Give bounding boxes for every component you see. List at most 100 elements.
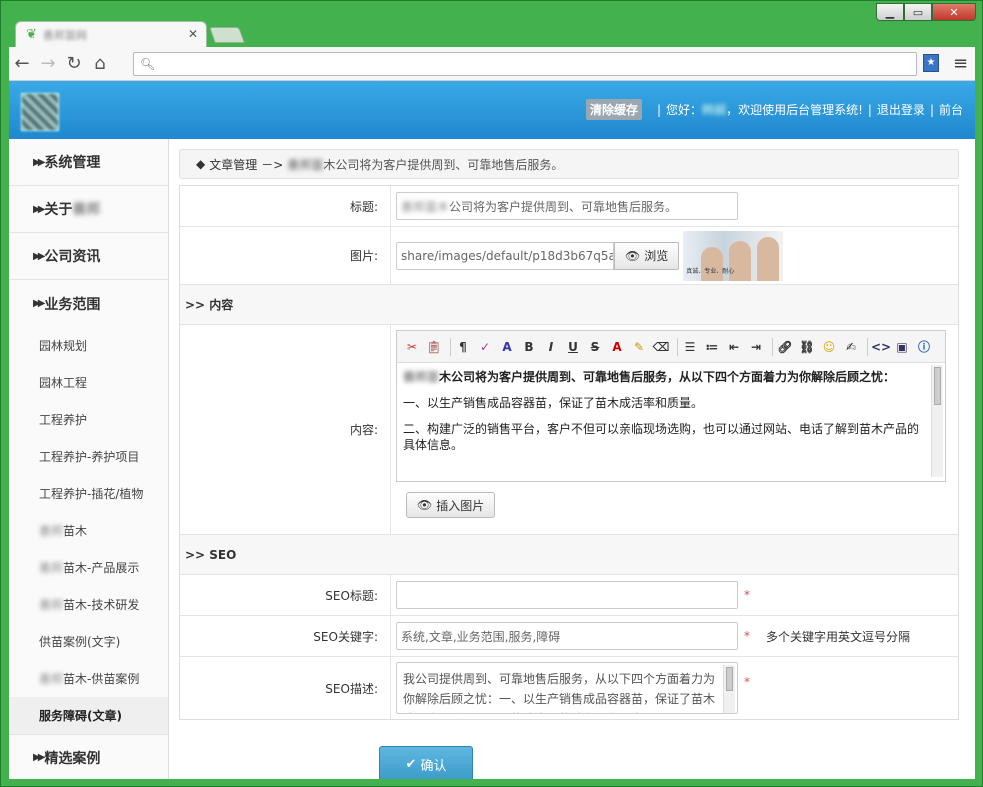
required-mark: * bbox=[744, 588, 750, 602]
sidebar-subitem[interactable]: 供苗案例(文字) bbox=[9, 623, 168, 660]
underline-icon[interactable]: U bbox=[564, 340, 582, 354]
reload-icon[interactable]: ↻ bbox=[61, 53, 87, 74]
browse-button[interactable]: 👁︎ 浏览 bbox=[614, 241, 680, 270]
new-tab-button[interactable] bbox=[209, 27, 245, 43]
seo-keywords-input[interactable]: 系统,文章,业务范围,服务,障碍 bbox=[396, 622, 738, 650]
sidebar-subitem[interactable]: 工程养护-养护项目 bbox=[9, 438, 168, 475]
address-bar[interactable]: 🔍︎ bbox=[133, 52, 917, 76]
font-icon[interactable]: A bbox=[498, 340, 516, 354]
bold-icon[interactable]: B bbox=[520, 340, 538, 354]
sidebar-item-business[interactable]: ▶▶ 业务范围 bbox=[9, 280, 168, 327]
editor-toolbar: ✂ 📋︎ ¶ ✓ A B I U S A ✎ ⌫ ☰ ≔ ⇤ ⇥ 🔗︎ ⛓ ☺ … bbox=[397, 331, 945, 363]
list-icon[interactable]: ≔ bbox=[703, 340, 721, 354]
seo-description-textarea[interactable]: 我公司提供周到、可靠地售后服务，从以下四个方面着力为你解除后顾之忧：一、以生产销… bbox=[396, 662, 738, 714]
minimize-button[interactable]: ▁ bbox=[876, 3, 904, 21]
textarea-scrollbar[interactable] bbox=[723, 665, 735, 713]
browser-window: ▁ ▭ ✕ ❦ 善邦苗网 ✕ ← → ↻ ⌂ 🔍︎ ★ ≡ 清除缓存 | 您好：… bbox=[0, 0, 983, 787]
sidebar: ▶▶ 系统管理 ▶▶ 关于 善邦 ▶▶ 公司资讯 ▶▶ 业务范围 园林规划 园林工程 工程养护… bbox=[9, 139, 169, 779]
italic-icon[interactable]: I bbox=[542, 340, 560, 354]
seo-description-label: SEO描述: bbox=[180, 657, 391, 719]
logout-link[interactable]: 退出登录 bbox=[877, 101, 925, 118]
breadcrumb-section[interactable]: 文章管理 bbox=[209, 156, 257, 173]
sidebar-subitem[interactable]: 善邦 苗木-产品展示 bbox=[9, 549, 168, 586]
leaf-icon: ❦ bbox=[26, 27, 37, 42]
editor-body[interactable]: 善邦苗木公司将为客户提供周到、可靠地售后服务，从以下四个方面着力为你解除后顾之忧… bbox=[397, 363, 945, 481]
user-name: 韩娟 bbox=[702, 103, 727, 117]
breadcrumb-title: 木公司将为客户提供周到、可靠地售后服务。 bbox=[323, 157, 564, 172]
confirm-button[interactable]: ✔ 确认 bbox=[379, 746, 473, 779]
tab-title: 善邦苗网 bbox=[42, 28, 87, 42]
browser-tab[interactable]: ❦ 善邦苗网 ✕ bbox=[15, 21, 207, 47]
bookmark-icon[interactable]: ★ bbox=[923, 54, 939, 72]
breadcrumb: ◆ 文章管理 －> 善邦苗 木公司将为客户提供周到、可靠地售后服务。 bbox=[179, 149, 959, 179]
indent-icon[interactable]: ⇥ bbox=[747, 340, 765, 354]
image-row: 图片: share/images/default/p18d3b67q5aiq 👁… bbox=[180, 227, 958, 285]
smiley-icon[interactable]: ☺ bbox=[820, 340, 838, 354]
double-arrow-icon: ▶▶ bbox=[33, 752, 46, 763]
page: 清除缓存 | 您好： 韩娟 ，欢迎使用后台管理系统! | 退出登录 | 前台 ▶… bbox=[9, 81, 975, 779]
strikethrough-icon[interactable]: S bbox=[586, 340, 604, 354]
home-icon[interactable]: ⌂ bbox=[87, 53, 113, 74]
outdent-icon[interactable]: ⇤ bbox=[725, 340, 743, 354]
seo-section-header: >> SEO bbox=[180, 535, 958, 575]
rich-text-editor: ✂ 📋︎ ¶ ✓ A B I U S A ✎ ⌫ ☰ ≔ ⇤ ⇥ 🔗︎ ⛓ ☺ … bbox=[396, 330, 946, 482]
eraser-icon[interactable]: ⌫ bbox=[652, 340, 670, 354]
sidebar-subitem[interactable]: 善邦 苗木 bbox=[9, 512, 168, 549]
editor-scrollbar[interactable] bbox=[931, 365, 943, 477]
menu-icon[interactable]: ≡ bbox=[953, 53, 968, 74]
sidebar-subitem[interactable]: 工程养护 bbox=[9, 401, 168, 438]
frontend-link[interactable]: 前台 bbox=[939, 101, 963, 118]
edit-icon[interactable]: ✍ bbox=[842, 340, 860, 354]
unlink-icon[interactable]: ⛓ bbox=[798, 340, 816, 354]
admin-header: 清除缓存 | 您好： 韩娟 ，欢迎使用后台管理系统! | 退出登录 | 前台 bbox=[9, 81, 975, 139]
check-icon: ✔ bbox=[405, 756, 417, 772]
insert-image-button[interactable]: 👁︎ 插入图片 bbox=[406, 492, 496, 518]
sidebar-subitem[interactable]: 善邦 苗木-技术研发 bbox=[9, 586, 168, 623]
breadcrumb-blur: 善邦苗 bbox=[287, 157, 324, 172]
seo-keywords-row: SEO关键字: 系统,文章,业务范围,服务,障碍 * 多个关键字用英文逗号分隔 bbox=[180, 616, 958, 657]
content-row: 内容: ✂ 📋︎ ¶ ✓ A B I U S A ✎ ⌫ ☰ ≔ ⇤ ⇥ 🔗︎ … bbox=[180, 325, 958, 535]
sidebar-item-news[interactable]: ▶▶ 公司资讯 bbox=[9, 233, 168, 280]
forward-icon[interactable]: → bbox=[35, 53, 61, 74]
window-controls: ▁ ▭ ✕ bbox=[876, 3, 976, 21]
seo-title-input[interactable] bbox=[396, 581, 738, 609]
search-icon: 🔍︎ bbox=[140, 57, 156, 71]
welcome-text: ，欢迎使用后台管理系统! bbox=[726, 103, 863, 117]
maximize-button[interactable]: ▭ bbox=[904, 3, 932, 21]
font-color-icon[interactable]: A bbox=[608, 340, 626, 354]
cut-icon[interactable]: ✂ bbox=[403, 340, 421, 354]
link-icon[interactable]: 🔗︎ bbox=[776, 340, 794, 354]
sidebar-subitem[interactable]: 园林规划 bbox=[9, 327, 168, 364]
source-code-icon[interactable]: <> bbox=[871, 340, 891, 354]
close-tab-icon[interactable]: ✕ bbox=[188, 27, 198, 41]
double-arrow-icon: ▶▶ bbox=[33, 203, 46, 215]
required-mark: * bbox=[744, 675, 750, 689]
title-label: 标题: bbox=[180, 186, 391, 226]
double-arrow-icon: ▶▶ bbox=[33, 250, 46, 262]
sidebar-subitem[interactable]: 善邦 苗木-供苗案例 bbox=[9, 660, 168, 697]
clear-cache-button[interactable]: 清除缓存 bbox=[585, 99, 642, 120]
sidebar-item-system[interactable]: ▶▶ 系统管理 bbox=[9, 139, 168, 186]
spellcheck-icon[interactable]: ✓ bbox=[476, 340, 494, 354]
eye-icon: 👁︎ bbox=[625, 248, 641, 263]
align-icon[interactable]: ☰ bbox=[681, 340, 699, 354]
title-input[interactable]: 善邦苗木 公司将为客户提供周到、可靠地售后服务。 bbox=[396, 192, 738, 220]
format-icon[interactable]: ¶ bbox=[454, 340, 472, 354]
sidebar-item-cases[interactable]: ▶▶ 精选案例 bbox=[9, 734, 168, 779]
close-window-button[interactable]: ✕ bbox=[932, 3, 976, 21]
highlight-icon[interactable]: ✎ bbox=[630, 340, 648, 354]
image-path-input[interactable]: share/images/default/p18d3b67q5aiq bbox=[396, 241, 614, 270]
sidebar-subitem[interactable]: 工程养护-插花/植物 bbox=[9, 475, 168, 512]
about-icon[interactable]: ⓘ bbox=[915, 338, 933, 355]
sidebar-item-about[interactable]: ▶▶ 关于 善邦 bbox=[9, 186, 168, 233]
back-icon[interactable]: ← bbox=[9, 53, 35, 74]
seo-description-row: SEO描述: 我公司提供周到、可靠地售后服务，从以下四个方面着力为你解除后顾之忧… bbox=[180, 657, 958, 719]
sidebar-subitem[interactable]: 园林工程 bbox=[9, 364, 168, 401]
header-links: 清除缓存 | 您好： 韩娟 ，欢迎使用后台管理系统! | 退出登录 | 前台 bbox=[585, 99, 963, 120]
sidebar-subitem[interactable]: 服务障碍(文章) bbox=[9, 697, 168, 734]
seo-title-row: SEO标题: * bbox=[180, 575, 958, 616]
image-thumbnail: 真诚、专业、耐心 bbox=[683, 230, 784, 281]
greeting-prefix: 您好： bbox=[666, 103, 703, 117]
fullscreen-icon[interactable]: ▣ bbox=[893, 340, 911, 354]
paste-icon[interactable]: 📋︎ bbox=[425, 340, 443, 354]
